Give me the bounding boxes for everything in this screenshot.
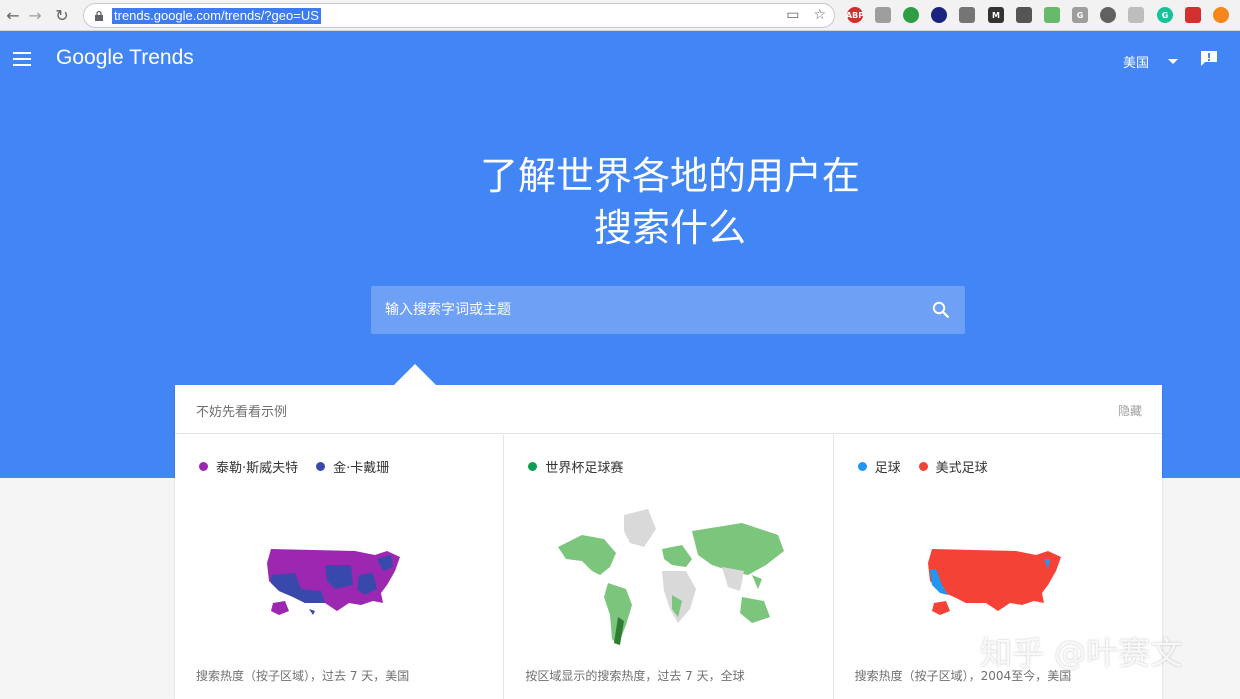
legend-label: 美式足球: [935, 461, 988, 476]
extension-icon[interactable]: [1185, 7, 1201, 23]
extension-icon[interactable]: [1100, 7, 1116, 23]
chevron-down-icon[interactable]: [1168, 59, 1178, 64]
forward-icon[interactable]: →: [22, 2, 48, 28]
headline-line-1: 了解世界各地的用户在: [479, 154, 860, 198]
grammarly-icon[interactable]: G: [1157, 7, 1173, 23]
legend-label: 足球: [874, 461, 901, 476]
us-map: [927, 549, 1061, 615]
legend: 足球 美式足球: [857, 457, 988, 476]
extension-icon[interactable]: [931, 7, 947, 23]
examples-title: 不妨先看看示例: [196, 405, 288, 420]
headline-line-2: 搜索什么: [593, 206, 746, 250]
legend-item: 美式足球: [918, 457, 988, 476]
us-map: [267, 549, 400, 615]
search-input[interactable]: [371, 286, 911, 334]
extension-icon[interactable]: [875, 7, 891, 23]
legend: 世界杯足球赛: [528, 457, 623, 476]
card-pointer: [394, 364, 436, 385]
adblock-icon[interactable]: ABP: [846, 7, 864, 23]
legend-dot: [918, 462, 928, 471]
reload-icon[interactable]: ↻: [49, 2, 75, 28]
address-bar[interactable]: trends.google.com/trends/?geo=US ▭ ☆: [83, 3, 835, 28]
example-caption: 搜索热度（按子区域），过去 7 天，美国: [196, 669, 410, 683]
extension-icon[interactable]: G: [1072, 7, 1088, 23]
examples-header: 不妨先看看示例 隐藏: [175, 385, 1162, 434]
legend: 泰勒·斯威夫特 金·卡戴珊: [199, 457, 389, 476]
legend-dot: [857, 462, 867, 471]
extension-icon[interactable]: [1016, 7, 1032, 23]
extension-icon[interactable]: [1128, 7, 1144, 23]
lock-icon: [95, 10, 103, 21]
legend-label: 金·卡戴珊: [333, 461, 390, 476]
legend-item: 金·卡戴珊: [316, 457, 389, 476]
example-caption: 按区域显示的搜索热度，过去 7 天，全球: [525, 669, 745, 683]
search-icon[interactable]: [932, 301, 950, 319]
region-selector[interactable]: 美国: [1123, 52, 1149, 71]
example-card-2[interactable]: 世界杯足球赛 按区域显示的搜索热度，过去 7 天，全球: [504, 435, 834, 699]
evernote-icon[interactable]: [903, 7, 919, 23]
extension-icon[interactable]: M: [988, 7, 1004, 23]
metamask-icon[interactable]: [1213, 7, 1229, 23]
bookmark-star-icon[interactable]: ☆: [813, 7, 826, 23]
url-text[interactable]: trends.google.com/trends/?geo=US: [112, 7, 321, 24]
legend-dot: [199, 462, 208, 471]
google-trends-logo[interactable]: Google Trends: [56, 46, 194, 70]
cast-icon[interactable]: ▭: [786, 7, 799, 23]
legend-item: 泰勒·斯威夫特: [199, 457, 298, 476]
watermark: 知乎 @叶赛文: [980, 634, 1183, 672]
legend-label: 世界杯足球赛: [545, 461, 624, 476]
legend-label: 泰勒·斯威夫特: [216, 461, 299, 476]
hide-button[interactable]: 隐藏: [1118, 402, 1142, 419]
search-container: [371, 286, 965, 334]
world-map: [558, 509, 785, 645]
extension-icon[interactable]: [1044, 7, 1060, 23]
menu-icon[interactable]: [13, 52, 31, 66]
legend-item: 世界杯足球赛: [528, 457, 623, 476]
legend-item: 足球: [857, 457, 901, 476]
example-card-1[interactable]: 泰勒·斯威夫特 金·卡戴珊 搜索热度（按子区域），过去 7 天，美国: [175, 435, 505, 699]
feedback-icon[interactable]: [1200, 50, 1218, 67]
legend-dot: [528, 462, 538, 471]
camera-icon[interactable]: [959, 7, 975, 23]
browser-toolbar: ← → ↻ trends.google.com/trends/?geo=US ▭…: [0, 0, 1240, 31]
page-headline: 了解世界各地的用户在 搜索什么: [420, 152, 920, 252]
legend-dot: [316, 462, 326, 471]
